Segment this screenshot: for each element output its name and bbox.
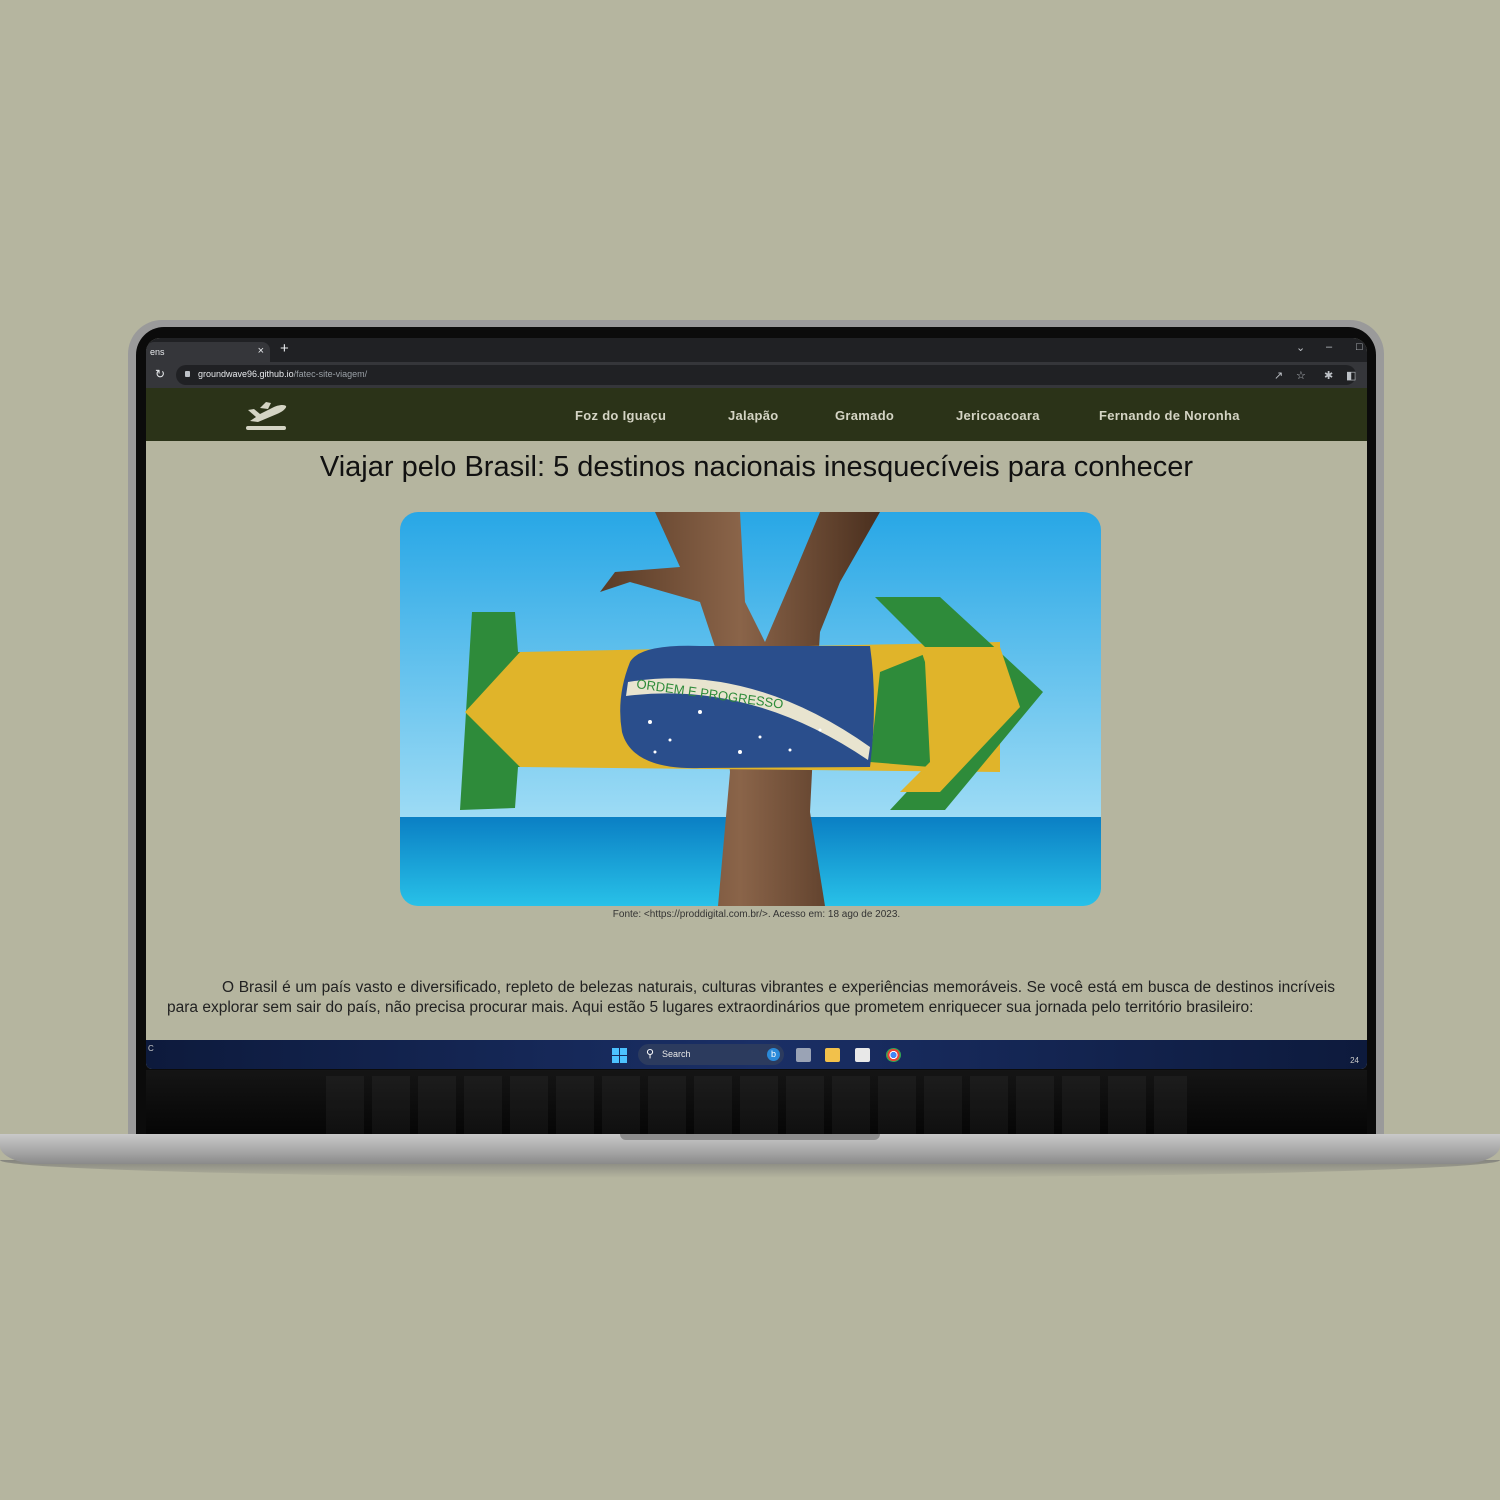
minimize-icon[interactable]: – — [1326, 341, 1332, 353]
tab-search-icon[interactable]: ⌄ — [1296, 341, 1305, 354]
windows-start-icon[interactable] — [612, 1048, 627, 1063]
article-intro: O Brasil é um país vasto e diversificado… — [167, 978, 1335, 1016]
store-icon[interactable] — [855, 1048, 870, 1062]
browser-tab[interactable]: ens × — [146, 342, 270, 362]
reload-icon[interactable]: ↻ — [155, 367, 165, 381]
airplane-logo-icon[interactable] — [244, 398, 290, 432]
nav-link-jericoacoara[interactable]: Jericoacoara — [956, 408, 1040, 423]
search-icon: ⚲ — [646, 1048, 655, 1060]
lock-icon — [185, 371, 190, 377]
tab-close-icon[interactable]: × — [258, 345, 264, 357]
taskbar-search-placeholder: Search — [662, 1049, 691, 1059]
url-text[interactable]: groundwave96.github.io/fatec-site-viagem… — [198, 369, 367, 379]
keyboard-keys — [326, 1076, 1187, 1136]
side-panel-icon[interactable]: ◧ — [1346, 369, 1356, 382]
image-caption: Fonte: <https://proddigital.com.br/>. Ac… — [612, 909, 901, 920]
screen: ens × + ⌄ – □ ↻ groundwave96.github.io/f… — [146, 338, 1367, 1069]
nav-link-gramado[interactable]: Gramado — [835, 408, 894, 423]
chrome-icon[interactable] — [886, 1048, 901, 1062]
nav-link-foz-do-iguacu[interactable]: Foz do Iguaçu — [575, 408, 666, 423]
browser-tab-bar: ens × + ⌄ – □ — [146, 338, 1367, 362]
omnibox[interactable]: groundwave96.github.io/fatec-site-viagem… — [176, 365, 1356, 385]
clock[interactable]: 24 — [1350, 1056, 1359, 1065]
page-title: Viajar pelo Brasil: 5 destinos nacionais… — [319, 451, 1194, 483]
bookmark-star-icon[interactable]: ☆ — [1296, 369, 1306, 382]
extensions-icon[interactable]: ✱ — [1324, 369, 1333, 382]
nav-link-fernando-de-noronha[interactable]: Fernando de Noronha — [1099, 408, 1240, 423]
laptop-notch — [620, 1134, 880, 1140]
keyboard-reflection — [146, 1070, 1367, 1136]
new-tab-button[interactable]: + — [280, 340, 289, 357]
url-host: groundwave96.github.io — [198, 369, 294, 379]
bing-icon[interactable]: b — [767, 1048, 780, 1061]
share-icon[interactable]: ↗ — [1274, 369, 1283, 382]
tab-title: ens — [150, 347, 165, 357]
file-explorer-icon[interactable] — [825, 1048, 840, 1062]
taskbar-search[interactable]: ⚲ Search b — [638, 1044, 784, 1065]
os-taskbar: C ⚲ Search b 24 — [146, 1040, 1367, 1069]
url-path: /fatec-site-viagem/ — [293, 369, 368, 379]
nav-link-jalapao[interactable]: Jalapão — [728, 408, 779, 423]
maximize-icon[interactable]: □ — [1356, 341, 1363, 353]
hero-image-brazil-flag-sign: ORDEM E PROGRESSO — [400, 512, 1101, 906]
browser-address-bar: ↻ groundwave96.github.io/fatec-site-viag… — [146, 362, 1367, 388]
task-view-icon[interactable] — [796, 1048, 811, 1062]
site-navbar: Foz do Iguaçu Jalapão Gramado Jericoacoa… — [146, 388, 1367, 441]
weather-widget[interactable]: C — [148, 1044, 154, 1053]
